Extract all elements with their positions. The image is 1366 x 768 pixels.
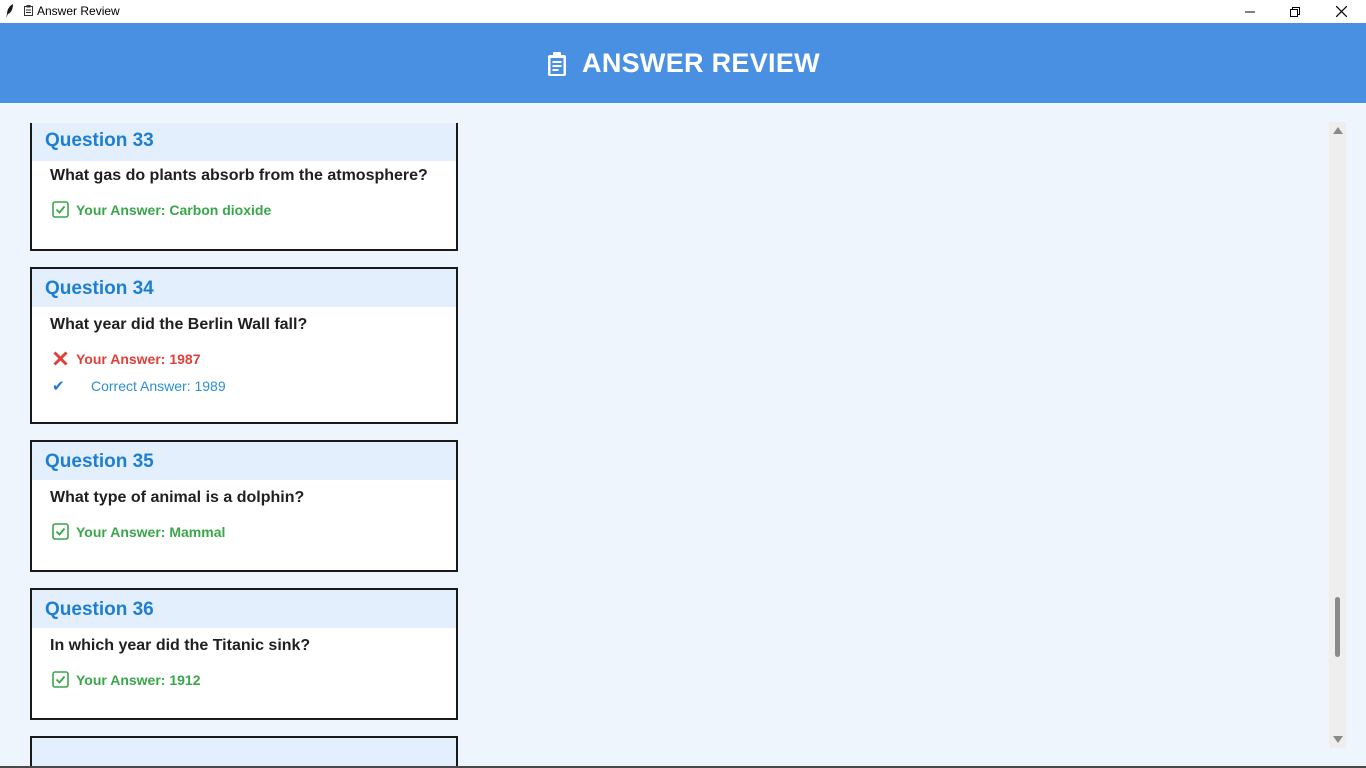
question-text: What year did the Berlin Wall fall?	[50, 316, 308, 333]
window-title: Answer Review	[24, 4, 120, 18]
question-card: Question 33 What gas do plants absorb fr…	[30, 123, 458, 251]
question-card: Question 34 What year did the Berlin Wal…	[30, 267, 458, 424]
header-banner: ANSWER REVIEW	[0, 23, 1366, 103]
page-title: ANSWER REVIEW	[582, 47, 820, 78]
your-answer-text: Your Answer: 1987	[76, 350, 201, 367]
your-answer: Your Answer: 1912	[52, 671, 201, 688]
your-answer: Your Answer: Carbon dioxide	[52, 201, 271, 218]
close-icon	[1335, 6, 1347, 17]
question-text: What type of animal is a dolphin?	[50, 489, 305, 506]
question-header	[32, 738, 456, 766]
check-mark-icon: ✔	[52, 378, 65, 395]
clipboard-icon	[548, 52, 567, 76]
question-number: Question 33	[45, 130, 154, 151]
question-header: Question 34	[32, 269, 456, 307]
correct-answer-text: Correct Answer: 1989	[91, 378, 226, 394]
check-box-icon	[52, 201, 69, 218]
minimize-icon	[1245, 11, 1255, 12]
question-number: Question 36	[45, 599, 154, 620]
your-answer: Your Answer: 1987	[52, 350, 201, 367]
question-header: Question 33	[32, 123, 456, 161]
clipboard-icon	[24, 5, 33, 16]
feather-icon	[6, 4, 13, 18]
check-box-icon	[52, 523, 69, 540]
question-number: Question 35	[45, 451, 154, 472]
question-header: Question 36	[32, 590, 456, 628]
scroll-down-arrow-icon[interactable]	[1333, 736, 1343, 743]
restore-icon	[1290, 6, 1300, 17]
your-answer: Your Answer: Mammal	[52, 523, 225, 540]
scrollbar-thumb[interactable]	[1335, 597, 1340, 657]
question-header: Question 35	[32, 442, 456, 480]
restore-button[interactable]	[1272, 0, 1318, 23]
cross-icon	[53, 351, 68, 366]
window-titlebar: Answer Review	[0, 0, 1366, 23]
window-title-text: Answer Review	[37, 4, 120, 18]
minimize-button[interactable]	[1227, 0, 1273, 23]
question-card: Question 36 In which year did the Titani…	[30, 588, 458, 720]
your-answer-text: Your Answer: Carbon dioxide	[76, 201, 272, 218]
your-answer-text: Your Answer: Mammal	[76, 523, 226, 540]
question-card-partial	[30, 736, 458, 766]
your-answer-text: Your Answer: 1912	[76, 671, 201, 688]
vertical-scrollbar[interactable]	[1329, 122, 1346, 748]
correct-answer: ✔ Correct Answer: 1989	[52, 377, 226, 395]
question-card: Question 35 What type of animal is a dol…	[30, 440, 458, 572]
check-box-icon	[52, 671, 69, 688]
question-text: What gas do plants absorb from the atmos…	[50, 167, 428, 184]
close-button[interactable]	[1318, 0, 1364, 23]
question-text: In which year did the Titanic sink?	[50, 637, 311, 654]
question-number: Question 34	[45, 278, 154, 299]
scroll-up-arrow-icon[interactable]	[1333, 127, 1343, 134]
review-list[interactable]: Question 33 What gas do plants absorb fr…	[0, 103, 1366, 766]
